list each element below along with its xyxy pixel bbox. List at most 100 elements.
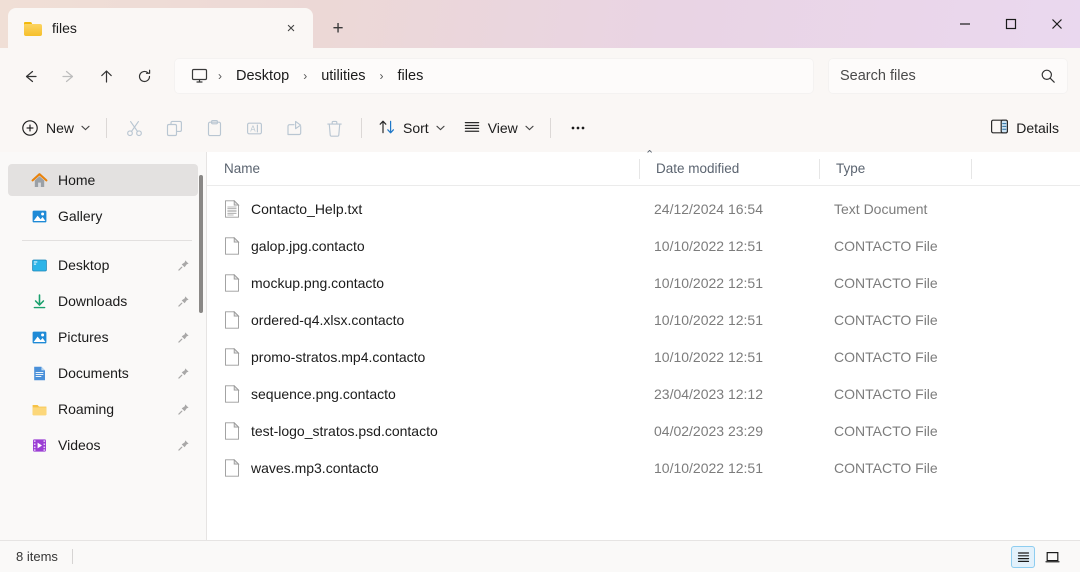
file-list-pane: Name Date modified Type ⌃ Contacto_Help.… bbox=[207, 149, 1080, 540]
sidebar-item-documents[interactable]: Documents bbox=[8, 357, 198, 389]
breadcrumb-segment-desktop[interactable]: Desktop bbox=[228, 64, 297, 88]
view-button[interactable]: View bbox=[454, 111, 543, 145]
videos-icon bbox=[30, 436, 48, 454]
sidebar-scrollbar[interactable] bbox=[199, 175, 203, 313]
table-row[interactable]: waves.mp3.contacto 10/10/2022 12:51 CONT… bbox=[209, 449, 1078, 486]
file-type: CONTACTO File bbox=[834, 274, 938, 291]
this-pc-icon bbox=[186, 65, 212, 87]
more-options-button[interactable] bbox=[558, 111, 598, 145]
pin-icon[interactable] bbox=[177, 403, 190, 416]
file-type: CONTACTO File bbox=[834, 422, 938, 439]
file-type: CONTACTO File bbox=[834, 348, 938, 365]
breadcrumb-segment-files[interactable]: files bbox=[390, 64, 432, 88]
breadcrumb-segment-utilities[interactable]: utilities bbox=[313, 64, 373, 88]
table-row[interactable]: sequence.png.contacto 23/04/2023 12:12 C… bbox=[209, 375, 1078, 412]
sort-button-label: Sort bbox=[403, 120, 429, 136]
large-icons-view-toggle[interactable] bbox=[1040, 546, 1064, 568]
back-icon[interactable] bbox=[12, 58, 48, 94]
sidebar-item-roaming[interactable]: Roaming bbox=[8, 393, 198, 425]
breadcrumb[interactable]: › Desktop › utilities › files bbox=[174, 58, 814, 94]
close-window-icon[interactable] bbox=[1034, 0, 1080, 48]
sidebar-item-label: Pictures bbox=[58, 329, 109, 345]
sidebar-item-label: Videos bbox=[58, 437, 101, 453]
column-header-row: Name Date modified Type ⌃ bbox=[207, 149, 1080, 186]
pin-icon[interactable] bbox=[177, 295, 190, 308]
sidebar-item-pictures[interactable]: Pictures bbox=[8, 321, 198, 353]
window-controls bbox=[942, 0, 1080, 48]
table-row[interactable]: test-logo_stratos.psd.contacto 04/02/202… bbox=[209, 412, 1078, 449]
toolbar-divider bbox=[106, 118, 108, 138]
sidebar-item-home[interactable]: Home bbox=[8, 164, 198, 196]
file-name: sequence.png.contacto bbox=[251, 385, 396, 402]
table-row[interactable]: galop.jpg.contacto 10/10/2022 12:51 CONT… bbox=[209, 227, 1078, 264]
paste-button[interactable] bbox=[194, 111, 234, 145]
maximize-icon[interactable] bbox=[988, 0, 1034, 48]
table-row[interactable]: ordered-q4.xlsx.contacto 10/10/2022 12:5… bbox=[209, 301, 1078, 338]
file-date-modified: 10/10/2022 12:51 bbox=[654, 274, 763, 291]
refresh-icon[interactable] bbox=[126, 58, 162, 94]
column-header-empty[interactable] bbox=[971, 152, 1080, 186]
gallery-icon bbox=[30, 207, 48, 225]
delete-button[interactable] bbox=[314, 111, 354, 145]
sidebar-item-gallery[interactable]: Gallery bbox=[8, 200, 198, 232]
plus-icon bbox=[21, 119, 39, 137]
svg-text:A: A bbox=[250, 124, 256, 133]
table-row[interactable]: promo-stratos.mp4.contacto 10/10/2022 12… bbox=[209, 338, 1078, 375]
file-name: waves.mp3.contacto bbox=[251, 459, 379, 476]
details-pane-label: Details bbox=[1016, 120, 1059, 136]
pin-icon[interactable] bbox=[177, 331, 190, 344]
details-pane-button[interactable]: Details bbox=[981, 111, 1068, 145]
column-header-date-modified[interactable]: Date modified bbox=[639, 152, 819, 186]
sidebar-item-desktop[interactable]: Desktop bbox=[8, 249, 198, 281]
file-name-cell: sequence.png.contacto bbox=[209, 384, 639, 403]
item-count-label: 8 items bbox=[16, 549, 58, 564]
pin-icon[interactable] bbox=[177, 439, 190, 452]
details-view-toggle[interactable] bbox=[1011, 545, 1035, 568]
downloads-icon bbox=[30, 292, 48, 310]
details-pane-icon bbox=[990, 118, 1009, 138]
forward-icon[interactable] bbox=[50, 58, 86, 94]
table-row[interactable]: mockup.png.contacto 10/10/2022 12:51 CON… bbox=[209, 264, 1078, 301]
column-header-type[interactable]: Type bbox=[819, 152, 971, 186]
status-bar: 8 items bbox=[0, 540, 1080, 572]
file-name: mockup.png.contacto bbox=[251, 274, 385, 291]
column-header-type-label: Type bbox=[836, 161, 866, 176]
search-input[interactable]: Search files bbox=[840, 68, 1040, 84]
file-date-modified: 10/10/2022 12:51 bbox=[654, 459, 763, 476]
file-type: Text Document bbox=[834, 200, 928, 217]
sidebar-item-label: Documents bbox=[58, 365, 129, 381]
pin-icon[interactable] bbox=[177, 259, 190, 272]
home-icon bbox=[30, 171, 48, 189]
column-header-date-label: Date modified bbox=[656, 161, 740, 176]
cut-button[interactable] bbox=[114, 111, 154, 145]
new-button[interactable]: New bbox=[12, 111, 99, 145]
rename-button[interactable]: A bbox=[234, 111, 274, 145]
new-button-label: New bbox=[46, 120, 75, 136]
sidebar-item-downloads[interactable]: Downloads bbox=[8, 285, 198, 317]
share-button[interactable] bbox=[274, 111, 314, 145]
tab-files[interactable]: files × bbox=[8, 8, 313, 48]
table-row[interactable]: Contacto_Help.txt 24/12/2024 16:54 Text … bbox=[209, 190, 1078, 227]
generic-file-icon bbox=[224, 384, 240, 403]
sort-button[interactable]: Sort bbox=[369, 111, 454, 145]
toolbar-divider bbox=[361, 118, 363, 138]
column-header-name[interactable]: Name bbox=[207, 152, 639, 186]
new-tab-button[interactable]: + bbox=[321, 11, 355, 45]
file-date-modified: 10/10/2022 12:51 bbox=[654, 237, 763, 254]
tab-strip: files × + bbox=[0, 0, 355, 48]
file-date-modified: 23/04/2023 12:12 bbox=[654, 385, 763, 402]
folder-icon bbox=[24, 21, 42, 36]
search-box[interactable]: Search files bbox=[828, 58, 1068, 94]
file-name-cell: test-logo_stratos.psd.contacto bbox=[209, 421, 639, 440]
minimize-icon[interactable] bbox=[942, 0, 988, 48]
file-date-modified: 10/10/2022 12:51 bbox=[654, 311, 763, 328]
file-name-cell: mockup.png.contacto bbox=[209, 273, 639, 292]
pin-icon[interactable] bbox=[177, 367, 190, 380]
toolbar-divider bbox=[549, 118, 551, 138]
file-name: test-logo_stratos.psd.contacto bbox=[251, 422, 438, 439]
up-icon[interactable] bbox=[88, 58, 124, 94]
close-tab-icon[interactable]: × bbox=[277, 14, 305, 42]
sidebar-item-label: Home bbox=[58, 172, 96, 188]
copy-button[interactable] bbox=[154, 111, 194, 145]
sidebar-item-videos[interactable]: Videos bbox=[8, 429, 198, 461]
